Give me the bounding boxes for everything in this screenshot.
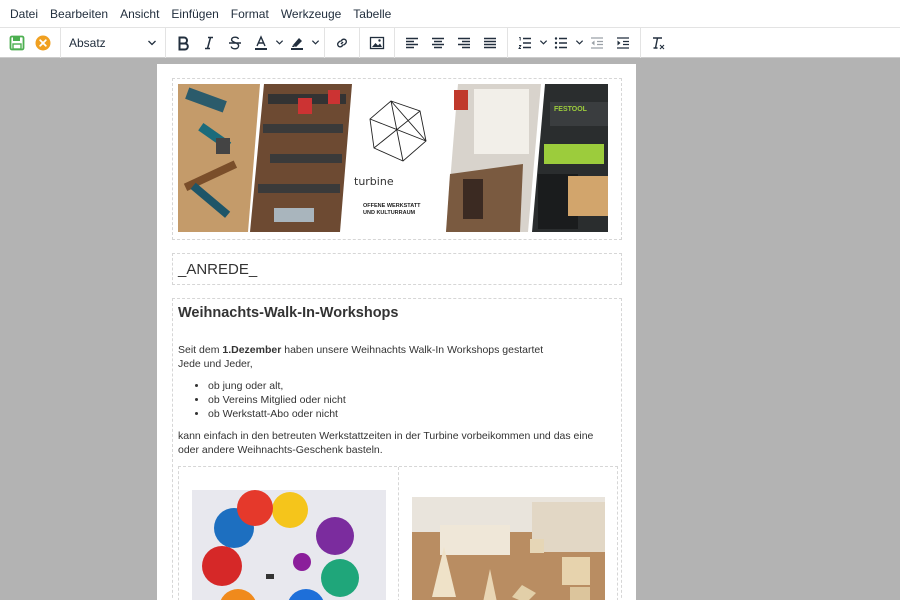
image-cell-right[interactable]	[399, 467, 617, 600]
wooden-christmas-image	[412, 497, 605, 600]
image-icon	[369, 36, 385, 49]
align-left-button[interactable]	[399, 31, 425, 55]
festool-label: FESTOOL	[554, 106, 588, 113]
chevron-down-icon	[275, 40, 283, 45]
highlight-button[interactable]	[284, 31, 310, 55]
strikethrough-button[interactable]	[222, 31, 248, 55]
header-collage-image: turbine OFFENE WERKSTATT UND KULTURRAUM …	[178, 84, 608, 232]
link-button[interactable]	[329, 31, 355, 55]
bullet-list-button[interactable]	[548, 31, 574, 55]
italic-icon	[205, 36, 213, 49]
chevron-down-icon	[575, 40, 583, 45]
toolbar: Absatz	[0, 27, 900, 58]
text-color-icon	[255, 34, 267, 50]
clear-formatting-button[interactable]	[645, 31, 671, 55]
list-item: ob Vereins Mitglied oder nicht	[208, 393, 616, 407]
indent-icon	[617, 36, 629, 49]
toolbar-group-file	[0, 27, 61, 58]
numbered-list-split	[512, 31, 548, 55]
toolbar-group-link	[325, 27, 360, 58]
menu-werkzeuge[interactable]: Werkzeuge	[275, 0, 347, 28]
indent-button[interactable]	[610, 31, 636, 55]
toolbar-group-clear	[641, 28, 675, 58]
text-color-split	[248, 31, 284, 55]
bullet-list-split	[548, 31, 584, 55]
list-item: ob jung oder alt,	[208, 379, 616, 393]
chevron-down-icon	[311, 40, 319, 45]
italic-button[interactable]	[196, 31, 222, 55]
toolbar-group-image	[360, 27, 395, 58]
link-icon	[337, 38, 347, 47]
outdent-icon	[591, 36, 603, 49]
text-color-button[interactable]	[248, 31, 274, 55]
play-dough-image	[192, 490, 386, 600]
intro-prefix: Seit dem	[178, 344, 223, 356]
audience-list: ob jung oder alt, ob Vereins Mitglied od…	[208, 379, 616, 421]
bold-icon	[178, 36, 189, 50]
menu-datei[interactable]: Datei	[4, 0, 44, 28]
intro-paragraph: Seit dem 1.Dezember haben unsere Weihnac…	[178, 343, 616, 371]
align-justify-button[interactable]	[477, 31, 503, 55]
content-title: Weihnachts-Walk-In-Workshops	[178, 305, 399, 321]
bullet-list-dropdown[interactable]	[574, 31, 584, 55]
tagline-line1: OFFENE WERKSTATT	[363, 203, 421, 209]
toolbar-group-align	[395, 27, 508, 58]
content-block[interactable]: Weihnachts-Walk-In-Workshops Seit dem 1.…	[172, 298, 622, 600]
align-justify-icon	[484, 37, 496, 48]
bullet-list-icon	[554, 36, 567, 49]
menu-einfuegen[interactable]: Einfügen	[165, 0, 224, 28]
image-cell-left[interactable]	[179, 467, 399, 600]
tagline-line2: UND KULTURRAUM	[363, 210, 416, 216]
cancel-icon	[35, 35, 51, 50]
bold-button[interactable]	[170, 31, 196, 55]
numbered-list-button[interactable]	[512, 31, 538, 55]
chevron-down-icon	[539, 40, 547, 45]
menu-bearbeiten[interactable]: Bearbeiten	[44, 0, 114, 28]
image-table[interactable]	[178, 466, 618, 600]
chevron-down-icon	[148, 40, 156, 45]
menu-tabelle[interactable]: Tabelle	[347, 0, 397, 28]
toolbar-group-lists	[508, 27, 641, 58]
strikethrough-icon	[229, 35, 241, 50]
save-button[interactable]	[4, 31, 30, 55]
align-center-icon	[432, 37, 444, 48]
image-button[interactable]	[364, 31, 390, 55]
block-format-select[interactable]: Absatz	[65, 31, 161, 55]
toolbar-group-text	[166, 27, 325, 58]
highlighter-icon	[291, 37, 303, 50]
header-image-block[interactable]: turbine OFFENE WERKSTATT UND KULTURRAUM …	[172, 78, 622, 240]
numbered-list-icon	[518, 36, 531, 49]
menubar: Datei Bearbeiten Ansicht Einfügen Format…	[0, 0, 900, 28]
menu-ansicht[interactable]: Ansicht	[114, 0, 165, 28]
align-left-icon	[406, 37, 418, 48]
intro-date: 1.Dezember	[222, 344, 282, 356]
numbered-list-dropdown[interactable]	[538, 31, 548, 55]
highlight-dropdown[interactable]	[310, 31, 320, 55]
intro-suffix: haben unsere Weihnachts Walk-In Workshop…	[281, 344, 544, 356]
align-center-button[interactable]	[425, 31, 451, 55]
clear-formatting-icon	[653, 36, 665, 49]
text-color-dropdown[interactable]	[274, 31, 284, 55]
cancel-button[interactable]	[30, 31, 56, 55]
align-right-icon	[458, 37, 470, 48]
menu-format[interactable]: Format	[225, 0, 275, 28]
editor-document[interactable]: turbine OFFENE WERKSTATT UND KULTURRAUM …	[157, 64, 636, 600]
align-right-button[interactable]	[451, 31, 477, 55]
intro-line2: Jede und Jeder,	[178, 358, 253, 370]
outdent-button[interactable]	[584, 31, 610, 55]
toolbar-group-format: Absatz	[61, 27, 166, 58]
anrede-block[interactable]: _ANREDE_	[172, 253, 622, 285]
turbine-brand-text: turbine	[354, 175, 394, 188]
block-format-value: Absatz	[69, 35, 106, 50]
list-item: ob Werkstatt-Abo oder nicht	[208, 407, 616, 421]
highlight-split	[284, 31, 320, 55]
body-paragraph: kann einfach in den betreuten Werkstattz…	[178, 430, 594, 456]
save-icon	[9, 35, 25, 50]
